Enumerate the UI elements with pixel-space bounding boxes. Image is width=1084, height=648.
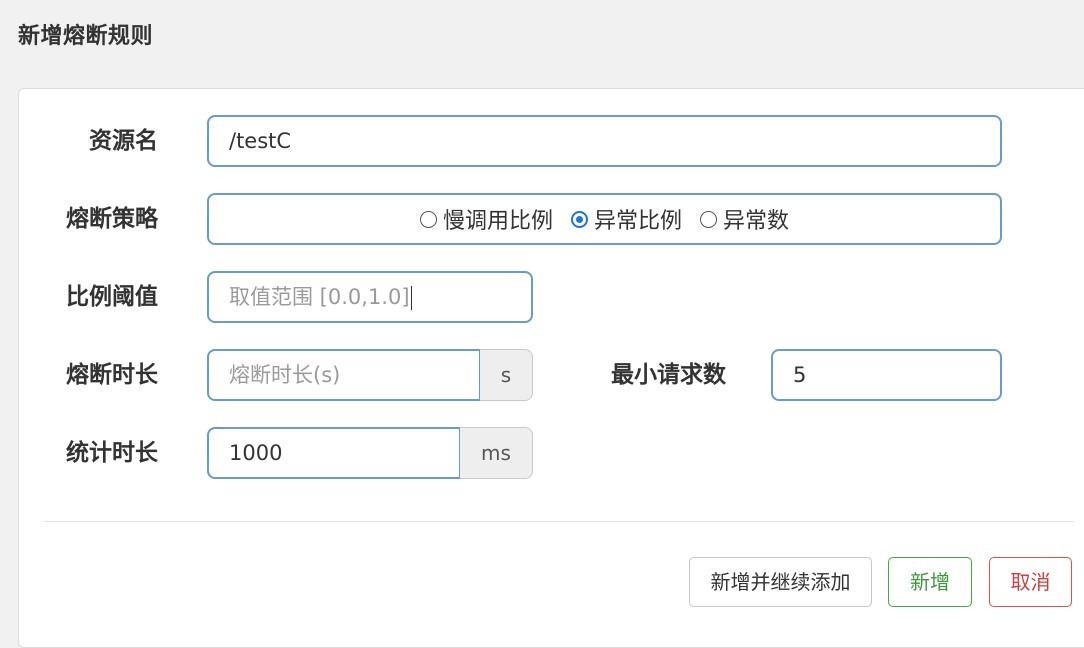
stat-interval-input[interactable]: 1000 (207, 427, 461, 479)
radio-circle-icon (700, 210, 717, 228)
dialog-title: 新增熔断规则 (18, 24, 154, 49)
radio-slow-ratio-label: 慢调用比例 (442, 209, 553, 234)
radio-circle-icon (419, 210, 437, 228)
radio-error-ratio[interactable]: 异常比例 (570, 203, 682, 235)
resource-name-label: 资源名 (89, 128, 158, 154)
stat-interval-label: 统计时长 (66, 440, 158, 466)
stat-interval-unit: ms (460, 427, 533, 479)
strategy-label: 熔断策略 (66, 206, 158, 232)
footer-divider (44, 521, 1074, 522)
ratio-threshold-label: 比例阈值 (66, 284, 158, 310)
add-button[interactable]: 新增 (888, 557, 972, 607)
radio-error-count-label: 异常数 (723, 209, 790, 234)
add-and-continue-button[interactable]: 新增并继续添加 (689, 557, 872, 607)
radio-error-count[interactable]: 异常数 (700, 203, 789, 235)
radio-error-ratio-label: 异常比例 (593, 209, 682, 234)
min-request-label: 最小请求数 (611, 362, 726, 388)
strategy-radio-group: 慢调用比例 异常比例 异常数 (207, 193, 1002, 245)
radio-slow-ratio[interactable]: 慢调用比例 (419, 203, 553, 235)
time-window-unit: s (480, 349, 533, 401)
resource-name-input[interactable]: /testC (207, 115, 1002, 167)
ratio-threshold-input[interactable]: 取值范围 [0.0,1.0] (207, 271, 533, 323)
ratio-threshold-placeholder: 取值范围 [0.0,1.0] (229, 285, 410, 309)
text-caret (410, 286, 412, 310)
time-window-input[interactable]: 熔断时长(s) (207, 349, 481, 401)
time-window-label: 熔断时长 (66, 362, 158, 388)
cancel-button[interactable]: 取消 (989, 557, 1072, 607)
min-request-input[interactable]: 5 (771, 349, 1002, 401)
radio-checked-icon (570, 210, 588, 228)
